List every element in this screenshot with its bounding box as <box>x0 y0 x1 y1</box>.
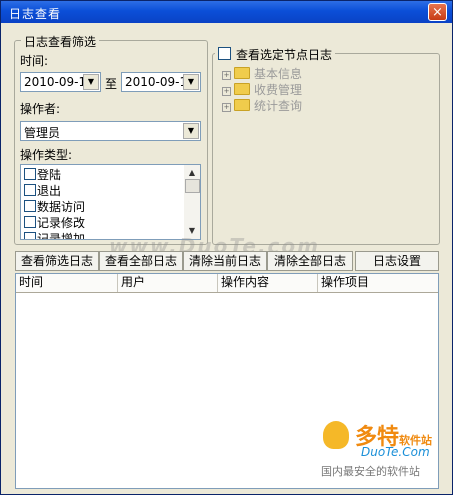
date-to-picker[interactable]: 2010-09-13 ▼ <box>121 72 201 92</box>
chevron-down-icon[interactable]: ▼ <box>183 123 199 139</box>
expand-icon[interactable]: + <box>222 87 231 96</box>
folder-icon <box>234 83 250 95</box>
checkbox[interactable] <box>24 184 36 196</box>
optype-list[interactable]: 登陆 退出 数据访问 记录修改 记录增加 ▲ ▼ <box>20 164 201 240</box>
list-item[interactable]: 登陆 <box>24 166 61 182</box>
tree-node[interactable]: + 收费管理 <box>222 81 302 97</box>
checkbox[interactable] <box>24 200 36 212</box>
tree-node[interactable]: + 统计查询 <box>222 97 302 113</box>
optype-scrollbar[interactable]: ▲ ▼ <box>184 165 200 239</box>
expand-icon[interactable]: + <box>222 71 231 80</box>
list-item[interactable]: 记录修改 <box>24 214 85 230</box>
table-header: 时间 用户 操作内容 操作项目 <box>16 274 438 293</box>
operator-select[interactable]: 管理员 ▼ <box>20 121 201 141</box>
column-header-user[interactable]: 用户 <box>118 274 218 292</box>
to-label: 至 <box>105 77 118 91</box>
checkbox[interactable] <box>24 232 36 239</box>
column-header-time[interactable]: 时间 <box>16 274 118 292</box>
column-header-item[interactable]: 操作项目 <box>318 274 438 292</box>
chevron-down-icon[interactable]: ▼ <box>83 74 99 90</box>
checkbox[interactable] <box>218 47 231 60</box>
checkbox[interactable] <box>24 168 36 180</box>
scroll-down-icon[interactable]: ▼ <box>184 223 200 239</box>
operator-value: 管理员 <box>24 126 61 140</box>
close-button[interactable]: × <box>428 3 447 21</box>
chevron-down-icon[interactable]: ▼ <box>183 74 199 90</box>
list-item[interactable]: 记录增加 <box>24 230 85 239</box>
log-table[interactable]: 时间 用户 操作内容 操作项目 <box>15 273 439 489</box>
operator-label: 操作者: <box>20 102 61 116</box>
optype-label: 操作类型: <box>20 148 73 162</box>
log-settings-button[interactable]: 日志设置 <box>355 251 439 271</box>
folder-icon <box>234 99 250 111</box>
expand-icon[interactable]: + <box>222 103 231 112</box>
title-bar[interactable]: 日志查看 × <box>1 1 452 23</box>
checkbox[interactable] <box>24 216 36 228</box>
column-header-content[interactable]: 操作内容 <box>218 274 318 292</box>
tree-node[interactable]: + 基本信息 <box>222 65 302 81</box>
clear-all-log-button[interactable]: 清除全部日志 <box>267 251 353 271</box>
time-label: 时间: <box>20 54 49 68</box>
node-checkbox[interactable]: 查看选定节点日志 <box>215 46 336 63</box>
view-all-log-button[interactable]: 查看全部日志 <box>99 251 183 271</box>
list-item[interactable]: 退出 <box>24 182 61 198</box>
window-title: 日志查看 <box>9 7 62 21</box>
date-from-picker[interactable]: 2010-09-13 ▼ <box>20 72 101 92</box>
log-viewer-window: 日志查看 × 日志查看筛选 时间: 2010-09-13 ▼ 至 2010-09… <box>0 0 453 495</box>
clear-current-log-button[interactable]: 清除当前日志 <box>183 251 267 271</box>
filter-group-legend: 日志查看筛选 <box>21 33 100 50</box>
list-item[interactable]: 数据访问 <box>24 198 85 214</box>
folder-icon <box>234 67 250 79</box>
scroll-thumb[interactable] <box>185 179 200 193</box>
node-checkbox-label: 查看选定节点日志 <box>236 48 333 62</box>
view-filtered-log-button[interactable]: 查看筛选日志 <box>15 251 99 271</box>
